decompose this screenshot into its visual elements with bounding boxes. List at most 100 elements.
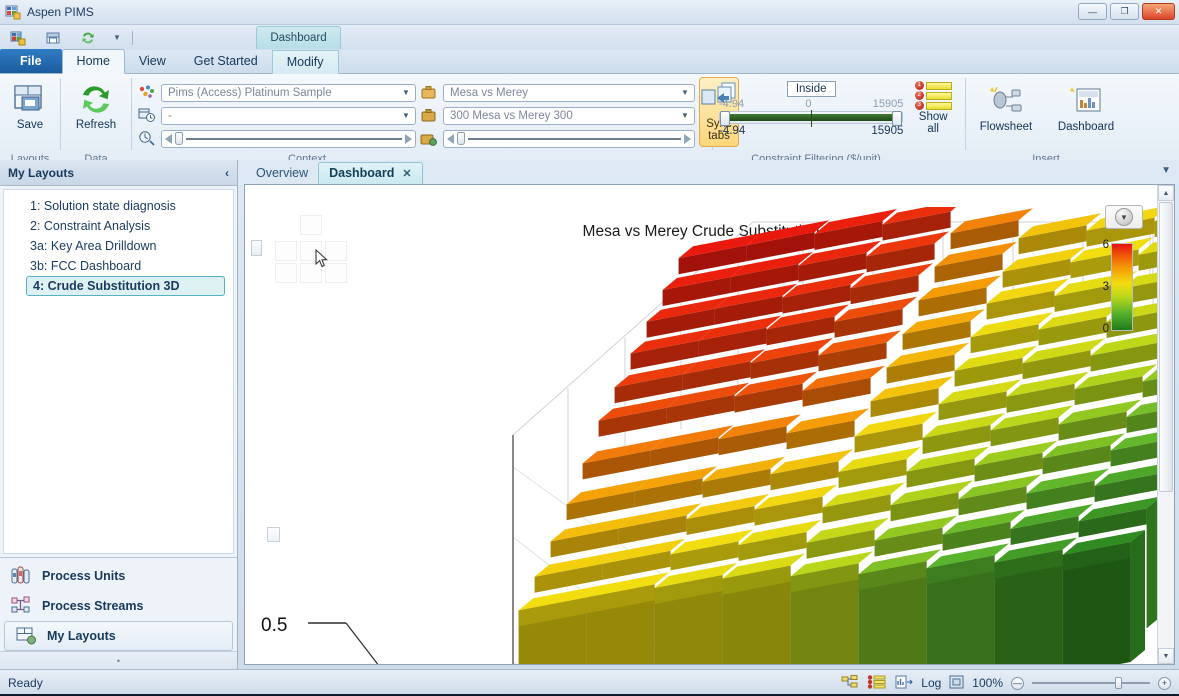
scenario-selector-row: 300 Mesa vs Merey 300 ▼ <box>420 106 695 125</box>
chart-type-bar-left-icon[interactable] <box>275 241 297 261</box>
show-all-button[interactable]: 1 2 3 Show all <box>907 77 959 135</box>
scenario-slider[interactable] <box>443 129 695 148</box>
sidebar-nav-process-streams[interactable]: Process Streams <box>0 591 237 621</box>
save-large-icon <box>13 81 47 117</box>
tab-file[interactable]: File <box>0 49 62 73</box>
slider-track[interactable] <box>468 137 681 140</box>
window-controls: — ❐ ✕ <box>1078 3 1175 20</box>
sidebar-item-constraint-analysis[interactable]: 2: Constraint Analysis <box>4 216 233 236</box>
scenario-combobox[interactable]: 300 Mesa vs Merey 300 ▼ <box>443 106 695 125</box>
chart-3d-surface <box>512 207 1157 664</box>
filter-tick-mid: 0 <box>805 98 812 110</box>
document-area: Overview Dashboard ✕ ▼ Mesa vs Merey Cru… <box>238 160 1179 669</box>
period-combobox[interactable]: - ▼ <box>161 106 416 125</box>
save-button[interactable]: Save <box>6 77 54 131</box>
zoom-out-button[interactable]: — <box>1011 676 1024 690</box>
case-combobox[interactable]: Mesa vs Merey ▼ <box>443 83 695 102</box>
chevron-down-icon[interactable]: ▼ <box>399 88 413 97</box>
pims-icon[interactable] <box>10 30 26 46</box>
document-tab-strip: Overview Dashboard ✕ ▼ <box>238 160 1179 184</box>
close-icon[interactable]: ✕ <box>402 167 411 180</box>
zoom-in-button[interactable]: + <box>1158 676 1171 690</box>
chart-type-toolbar[interactable] <box>267 215 355 283</box>
slider-prev-icon[interactable] <box>165 133 172 144</box>
tab-home[interactable]: Home <box>61 49 125 74</box>
customize-quick-access-icon[interactable]: ▼ <box>110 33 124 42</box>
chart-type-up-icon[interactable] <box>300 215 322 235</box>
chevron-down-icon[interactable]: ▼ <box>399 111 413 120</box>
refresh-button[interactable]: Refresh <box>67 77 125 131</box>
insert-dashboard-button[interactable]: Dashboard <box>1053 79 1119 133</box>
constraint-filter-slider[interactable]: Inside -4.94 0 15905 -4.94 15905 <box>719 77 904 137</box>
tab-modify[interactable]: Modify <box>271 50 339 74</box>
refresh-button-label: Refresh <box>75 119 117 131</box>
chart-type-bar-bl-icon[interactable] <box>275 263 297 283</box>
save-icon[interactable] <box>45 30 61 46</box>
model-icon <box>138 84 156 101</box>
sidebar-header: My Layouts ‹ <box>0 160 237 186</box>
chart-type-bar-br-icon[interactable] <box>325 263 347 283</box>
slider-thumb[interactable] <box>457 132 465 145</box>
sidebar-item-crude-substitution-3d[interactable]: 4: Crude Substitution 3D <box>26 276 225 296</box>
close-button[interactable]: ✕ <box>1142 3 1175 20</box>
scenario-icon <box>420 107 438 124</box>
sidebar-item-key-area-drilldown[interactable]: 3a: Key Area Drilldown <box>4 236 233 256</box>
filter-handle-right[interactable] <box>892 111 903 126</box>
chevron-down-icon[interactable]: ▼ <box>1161 165 1171 176</box>
diagram-icon[interactable] <box>841 674 859 692</box>
period-slider[interactable] <box>161 129 416 148</box>
chart-scroll-thumb[interactable] <box>267 527 280 542</box>
log-label[interactable]: Log <box>921 676 941 690</box>
fit-icon[interactable] <box>949 675 964 692</box>
filter-mode-button[interactable]: Inside <box>786 81 836 97</box>
zoom-slider-thumb[interactable] <box>1115 677 1122 689</box>
slider-thumb[interactable] <box>175 132 183 145</box>
tab-view[interactable]: View <box>125 50 180 73</box>
scroll-down-icon[interactable]: ▼ <box>1158 648 1174 664</box>
sidebar-nav-label: My Layouts <box>47 629 116 643</box>
sidebar: My Layouts ‹ 1: Solution state diagnosis… <box>0 160 238 669</box>
case-icon <box>420 84 438 101</box>
chart-vertical-scrollbar[interactable]: ▲ ▼ <box>1157 185 1174 664</box>
scrollbar-thumb[interactable] <box>1159 202 1173 492</box>
sidebar-item-solution-state-diagnosis[interactable]: 1: Solution state diagnosis <box>4 196 233 216</box>
filter-range-midmark <box>811 110 813 127</box>
insert-dashboard-label: Dashboard <box>1057 121 1115 133</box>
minimize-button[interactable]: — <box>1078 3 1107 20</box>
tab-get-started[interactable]: Get Started <box>180 50 272 73</box>
ribbon-group-insert: Flowsheet Dashboard Insert <box>966 74 1126 167</box>
refresh-icon[interactable] <box>80 30 96 46</box>
slider-prev-icon[interactable] <box>447 133 454 144</box>
my-layouts-icon <box>15 624 37 649</box>
chevron-left-icon[interactable]: ‹ <box>225 166 229 180</box>
slider-next-icon[interactable] <box>405 133 412 144</box>
maximize-button[interactable]: ❐ <box>1110 3 1139 20</box>
case-selector-row: Mesa vs Merey ▼ <box>420 83 695 102</box>
chevron-down-icon[interactable]: ▼ <box>678 88 692 97</box>
sidebar-nav-process-units[interactable]: Process Units <box>0 561 237 591</box>
slider-track[interactable] <box>186 137 402 140</box>
chevron-down-icon[interactable]: ▼ <box>678 111 692 120</box>
slider-next-icon[interactable] <box>684 133 691 144</box>
filter-range-track[interactable] <box>719 110 904 127</box>
zoom-slider[interactable] <box>1032 677 1150 689</box>
document-tab-overview[interactable]: Overview <box>246 163 318 184</box>
process-streams-icon <box>10 594 32 619</box>
chart-3d[interactable]: Mesa vs Merey Crude Substitution 0.5 ▼ 6… <box>245 185 1157 664</box>
model-combobox[interactable]: Pims (Access) Platinum Sample ▼ <box>161 83 416 102</box>
chart-scroll-up-nub[interactable] <box>251 240 262 256</box>
constraints-icon[interactable] <box>867 674 887 692</box>
window-title: Aspen PIMS <box>27 5 94 19</box>
colorbar-collapse-button[interactable]: ▼ <box>1105 205 1143 229</box>
sidebar-item-fcc-dashboard[interactable]: 3b: FCC Dashboard <box>4 256 233 276</box>
colorbar-tick-max: 6 <box>1102 239 1109 251</box>
insert-flowsheet-button[interactable]: Flowsheet <box>973 79 1039 133</box>
sidebar-overflow-button[interactable]: • <box>0 651 237 669</box>
sidebar-nav-my-layouts[interactable]: My Layouts <box>4 621 233 651</box>
document-tab-dashboard[interactable]: Dashboard ✕ <box>318 162 423 184</box>
chart-type-bar-right-icon[interactable] <box>325 241 347 261</box>
report-icon[interactable] <box>895 675 913 692</box>
chevron-down-icon[interactable]: ▼ <box>1115 208 1133 226</box>
filter-handle-left[interactable] <box>720 111 730 126</box>
scroll-up-icon[interactable]: ▲ <box>1158 185 1174 201</box>
